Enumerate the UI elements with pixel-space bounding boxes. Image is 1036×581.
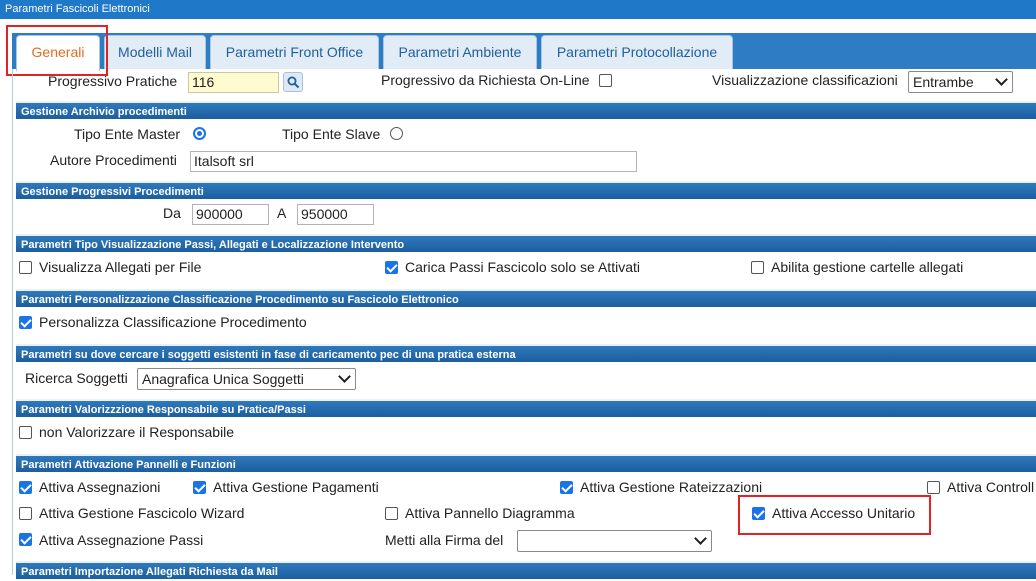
online-label: Progressivo da Richiesta On-Line <box>381 72 590 88</box>
visualizza-allegati-checkbox[interactable] <box>19 261 32 274</box>
visualizzazione-classificazioni-select[interactable]: Entrambe <box>908 71 1013 93</box>
carica-passi-label: Carica Passi Fascicolo solo se Attivati <box>405 259 640 275</box>
da-label: Da <box>163 205 181 221</box>
tab-parametri-protocollazione[interactable]: Parametri Protocollazione <box>541 35 733 69</box>
attiva-fascicolo-wizard-label: Attiva Gestione Fascicolo Wizard <box>39 505 245 521</box>
visualizzazione-classificazioni-value: Entrambe <box>913 74 974 90</box>
da-input[interactable]: 900000 <box>192 204 269 225</box>
attiva-pannello-diagramma-label: Attiva Pannello Diagramma <box>405 505 575 521</box>
autore-procedimenti-label: Autore Procedimenti <box>50 152 177 168</box>
tab-strip: Generali Modelli Mail Parametri Front Of… <box>0 19 1036 71</box>
attiva-accesso-unitario-label: Attiva Accesso Unitario <box>772 505 916 521</box>
autore-procedimenti-input[interactable]: Italsoft srl <box>190 151 637 172</box>
attiva-controlli-label: Attiva Controll <box>947 479 1035 495</box>
section-archivio-title: Gestione Archivio procedimenti <box>16 101 1036 119</box>
attiva-assegnazioni-checkbox[interactable] <box>19 481 32 494</box>
attiva-gestione-pagamenti-label: Attiva Gestione Pagamenti <box>213 479 379 495</box>
ricerca-soggetti-select[interactable]: Anagrafica Unica Soggetti <box>137 368 356 390</box>
visualizzazione-classificazioni-label: Visualizzazione classificazioni <box>712 72 898 88</box>
personalizza-classificazione-checkbox[interactable] <box>19 316 32 329</box>
section-importazione-title: Parametri Importazione Allegati Richiest… <box>16 561 1036 579</box>
attiva-pannello-diagramma-checkbox[interactable] <box>385 507 398 520</box>
a-label: A <box>277 205 287 221</box>
attiva-gestione-rateizzazioni-label: Attiva Gestione Rateizzazioni <box>580 479 763 495</box>
visualizza-allegati-label: Visualizza Allegati per File <box>39 259 202 275</box>
tipo-ente-slave-radio[interactable] <box>390 127 403 140</box>
cartelle-allegati-label: Abilita gestione cartelle allegati <box>771 259 964 275</box>
attiva-assegnazione-passi-checkbox[interactable] <box>19 533 32 546</box>
search-button[interactable] <box>283 72 303 92</box>
attiva-assegnazioni-label: Attiva Assegnazioni <box>39 479 161 495</box>
ricerca-soggetti-value: Anagrafica Unica Soggetti <box>142 371 304 387</box>
metti-alla-firma-label: Metti alla Firma del <box>385 532 504 548</box>
search-icon <box>287 76 300 89</box>
non-valorizzare-responsabile-checkbox[interactable] <box>19 426 32 439</box>
section-visualizzazione-title: Parametri Tipo Visualizzazione Passi, Al… <box>16 234 1036 252</box>
non-valorizzare-responsabile-label: non Valorizzare il Responsabile <box>39 424 235 440</box>
tab-parametri-front-office[interactable]: Parametri Front Office <box>210 35 379 69</box>
tipo-ente-master-radio[interactable] <box>193 127 206 140</box>
window-title: Parametri Fascicoli Elettronici <box>0 0 1036 19</box>
chevron-down-icon <box>694 532 707 545</box>
tipo-ente-slave-label: Tipo Ente Slave <box>282 126 381 142</box>
tab-parametri-ambiente[interactable]: Parametri Ambiente <box>383 35 537 69</box>
tipo-ente-master-label: Tipo Ente Master <box>74 126 181 142</box>
progressivo-pratiche-label: Progressivo Pratiche <box>48 73 178 89</box>
tab-modelli-mail[interactable]: Modelli Mail <box>104 35 206 69</box>
carica-passi-checkbox[interactable] <box>385 261 398 274</box>
attiva-accesso-unitario-checkbox[interactable] <box>752 507 765 520</box>
section-personalizzazione-title: Parametri Personalizzazione Classificazi… <box>16 289 1036 307</box>
section-attivazione-title: Parametri Attivazione Pannelli e Funzion… <box>16 454 1036 472</box>
progressivo-pratiche-input[interactable]: 116 <box>188 72 279 93</box>
attiva-gestione-pagamenti-checkbox[interactable] <box>193 481 206 494</box>
chevron-down-icon <box>995 73 1008 86</box>
chevron-down-icon <box>338 370 351 383</box>
attiva-controlli-checkbox[interactable] <box>927 481 940 494</box>
metti-alla-firma-select[interactable] <box>517 530 712 552</box>
attiva-assegnazione-passi-label: Attiva Assegnazione Passi <box>39 532 204 548</box>
section-responsabile-title: Parametri Valorizzzione Responsabile su … <box>16 399 1036 417</box>
online-checkbox[interactable] <box>599 74 612 87</box>
tab-generali[interactable]: Generali <box>16 35 100 71</box>
a-input[interactable]: 950000 <box>297 204 374 225</box>
attiva-gestione-rateizzazioni-checkbox[interactable] <box>560 481 573 494</box>
personalizza-classificazione-label: Personalizza Classificazione Procediment… <box>39 314 307 330</box>
attiva-fascicolo-wizard-checkbox[interactable] <box>19 507 32 520</box>
section-soggetti-title: Parametri su dove cercare i soggetti esi… <box>16 344 1036 362</box>
section-progressivi-title: Gestione Progressivi Procedimenti <box>16 181 1036 199</box>
ricerca-soggetti-label: Ricerca Soggetti <box>25 370 128 386</box>
cartelle-allegati-checkbox[interactable] <box>751 261 764 274</box>
